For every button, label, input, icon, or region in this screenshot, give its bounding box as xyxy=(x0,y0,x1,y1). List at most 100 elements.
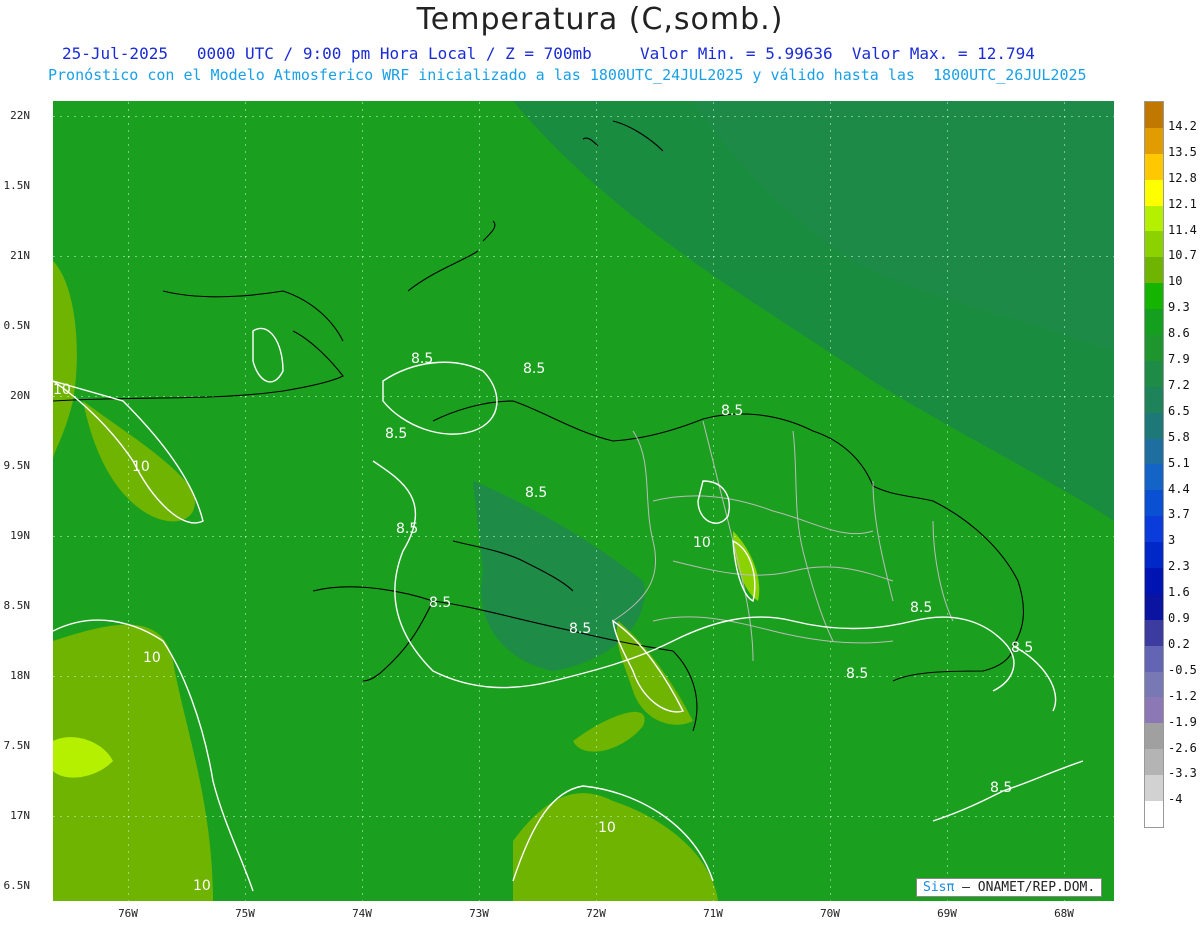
colorbar-label: 2.3 xyxy=(1168,559,1190,574)
contour-label: 8.5 xyxy=(525,485,547,501)
colorbar-swatch xyxy=(1145,179,1163,206)
colorbar-label: 7.2 xyxy=(1168,377,1190,392)
colorbar-label: 3 xyxy=(1168,533,1176,548)
colorbar-swatch xyxy=(1145,153,1163,180)
lat-label: 19N xyxy=(10,529,30,542)
colorbar-label: -3.3 xyxy=(1168,766,1197,781)
colorbar-label: 1.6 xyxy=(1168,585,1190,600)
credit-brand: Sisπ xyxy=(923,880,955,895)
lat-label: 17N xyxy=(10,809,30,822)
contour-label: 8.5 xyxy=(569,621,591,637)
colorbar-swatch xyxy=(1145,412,1163,439)
lat-label: 22N xyxy=(10,109,30,122)
map-title: Temperatura (C,somb.) xyxy=(416,2,784,37)
colorbar-swatch xyxy=(1145,438,1163,465)
colorbar-label: 3.7 xyxy=(1168,507,1190,522)
subtitle-model-info: Pronóstico con el Modelo Atmosferico WRF… xyxy=(48,66,1087,84)
colorbar-swatch xyxy=(1145,360,1163,387)
credit-text: – ONAMET/REP.DOM. xyxy=(962,880,1096,895)
colorbar-label: 9.3 xyxy=(1168,300,1190,315)
colorbar-label: 8.6 xyxy=(1168,326,1190,341)
lon-label: 71W xyxy=(703,907,723,920)
colorbar-swatch xyxy=(1145,309,1163,336)
colorbar-swatch xyxy=(1145,283,1163,310)
colorbar-swatch xyxy=(1145,568,1163,594)
colorbar-swatch xyxy=(1145,127,1163,154)
contour-label: 8.5 xyxy=(1011,640,1033,656)
colorbar-swatch xyxy=(1145,205,1163,232)
contour-label: 8.5 xyxy=(846,666,868,682)
colorbar-label: 10 xyxy=(1168,274,1183,289)
contour-label: 8.5 xyxy=(523,361,545,377)
colorbar-swatch xyxy=(1145,231,1163,258)
colorbar-swatch xyxy=(1145,645,1163,672)
colorbar-label: -1.9 xyxy=(1168,714,1197,729)
colorbar-swatch xyxy=(1145,542,1163,569)
lon-label: 75W xyxy=(235,907,255,920)
lon-label: 76W xyxy=(118,907,138,920)
credit-box: Sisπ – ONAMET/REP.DOM. xyxy=(916,878,1103,897)
lat-label: 6.5N xyxy=(3,879,31,892)
colorbar-label: 12.8 xyxy=(1168,170,1197,185)
lat-label: 21N xyxy=(10,249,30,262)
contour-label: 8.5 xyxy=(429,595,451,611)
colorbar-swatch xyxy=(1145,619,1163,646)
lat-label: 8.5N xyxy=(3,599,31,612)
lat-label: 7.5N xyxy=(3,739,31,752)
colorbar-swatch xyxy=(1145,593,1163,620)
colorbar-label: 11.4 xyxy=(1168,222,1197,237)
contour-label: 10 xyxy=(193,878,211,894)
lat-label: 9.5N xyxy=(3,459,31,472)
contour-label: 8.5 xyxy=(910,600,932,616)
colorbar-label: 10.7 xyxy=(1168,248,1197,263)
colorbar-label: 5.1 xyxy=(1168,455,1190,470)
colorbar-label: -0.5 xyxy=(1168,662,1197,677)
temperature-map: 8.5 8.5 8.5 8.5 8.5 8.5 8.5 8.5 8.5 8.5 … xyxy=(53,101,1114,901)
contour-label: 8.5 xyxy=(396,521,418,537)
lon-label: 70W xyxy=(820,907,840,920)
colorbar-swatch xyxy=(1145,102,1163,128)
colorbar-swatch xyxy=(1145,257,1163,284)
colorbar-swatch xyxy=(1145,335,1163,361)
colorbar-swatch xyxy=(1145,516,1163,543)
colorbar-label: 4.4 xyxy=(1168,481,1190,496)
colorbar-swatch xyxy=(1145,697,1163,724)
lat-label: 1.5N xyxy=(3,179,31,192)
contour-labels: 8.5 8.5 8.5 8.5 8.5 8.5 8.5 8.5 8.5 8.5 … xyxy=(53,351,1033,894)
lon-label: 68W xyxy=(1054,907,1074,920)
contour-label: 10 xyxy=(53,382,71,398)
colorbar-label: 14.2 xyxy=(1168,118,1197,133)
contour-label: 8.5 xyxy=(385,426,407,442)
colorbar-swatch xyxy=(1145,464,1163,491)
contour-label: 8.5 xyxy=(990,780,1012,796)
contour-label: 10 xyxy=(132,459,150,475)
contour-label: 10 xyxy=(143,650,161,666)
lon-label: 74W xyxy=(352,907,372,920)
colorbar-swatch xyxy=(1145,671,1163,698)
colorbar-swatch xyxy=(1145,801,1163,827)
colorbar-label: 0.2 xyxy=(1168,636,1190,651)
contour-label: 8.5 xyxy=(721,403,743,419)
contour-label: 10 xyxy=(693,535,711,551)
colorbar-swatch xyxy=(1145,723,1163,750)
colorbar-label: -2.6 xyxy=(1168,740,1197,755)
colorbar-swatch xyxy=(1145,386,1163,413)
colorbar-swatch xyxy=(1145,749,1163,776)
colorbar-label: 6.5 xyxy=(1168,403,1190,418)
lon-label: 73W xyxy=(469,907,489,920)
colorbar-label: 13.5 xyxy=(1168,144,1197,159)
contour-label: 8.5 xyxy=(411,351,433,367)
colorbar-swatch xyxy=(1145,490,1163,517)
colorbar-label: 0.9 xyxy=(1168,611,1190,625)
colorbar-label: 7.9 xyxy=(1168,352,1190,366)
subtitle-date-level: 25-Jul-2025 0000 UTC / 9:00 pm Hora Loca… xyxy=(62,44,1035,63)
lat-label: 0.5N xyxy=(3,319,31,332)
colorbar-label: 5.8 xyxy=(1168,429,1190,444)
contour-label: 10 xyxy=(598,820,616,836)
colorbar-label: -4 xyxy=(1168,792,1183,807)
lat-label: 18N xyxy=(10,669,30,682)
colorbar-swatch xyxy=(1145,775,1163,802)
lon-label: 72W xyxy=(586,907,606,920)
lon-label: 69W xyxy=(937,907,957,920)
colorbar-label: 12.1 xyxy=(1168,196,1197,211)
